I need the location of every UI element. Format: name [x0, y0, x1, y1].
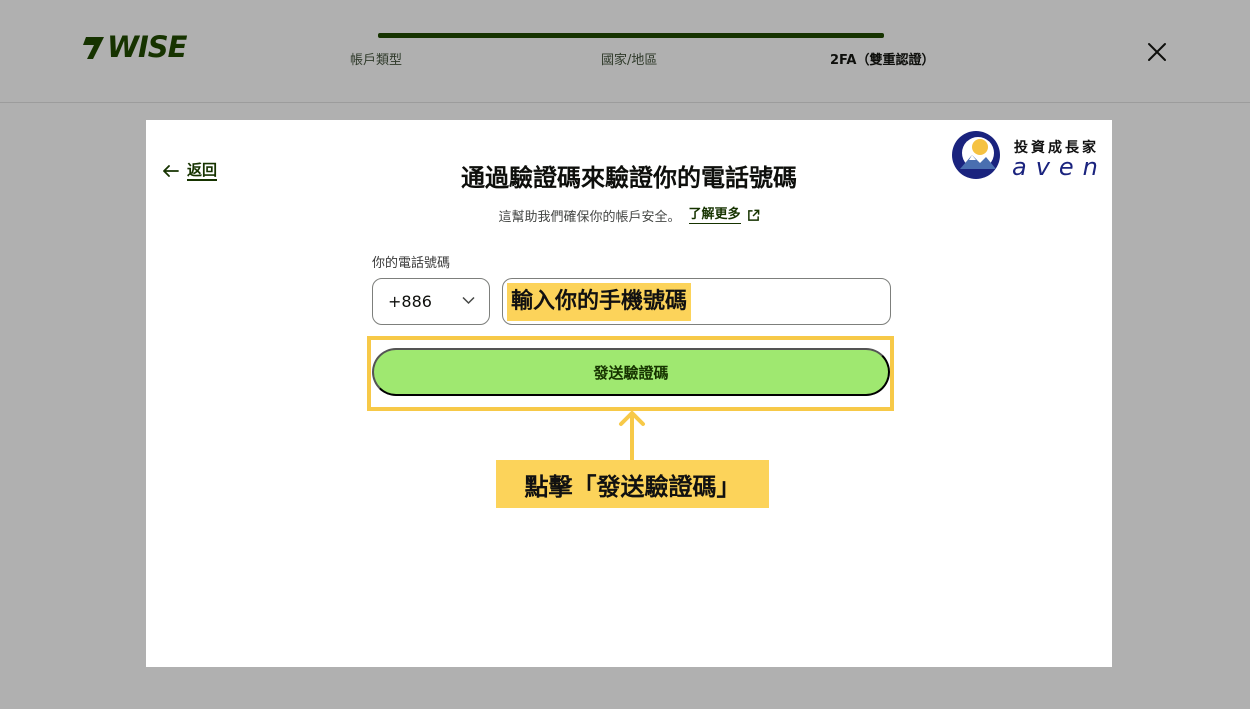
- step-country-region: 國家/地區: [601, 53, 658, 68]
- country-code-select[interactable]: +886: [372, 278, 490, 325]
- phone-input-annotation: 輸入你的手機號碼: [507, 283, 692, 321]
- wise-wordmark: WISE: [107, 29, 187, 64]
- annotation-callout: 點擊「發送驗證碼」: [496, 460, 769, 508]
- learn-more-link[interactable]: 了解更多: [688, 207, 741, 224]
- send-code-button[interactable]: 發送驗證碼: [372, 348, 890, 396]
- wise-logo[interactable]: WISE: [80, 29, 187, 64]
- wise-flag-icon: [83, 37, 104, 59]
- external-link-icon[interactable]: [747, 209, 760, 222]
- step-2fa: 2FA（雙重認證）: [830, 53, 935, 68]
- subtitle-text: 這幫助我們確保你的帳戶安全。: [498, 210, 681, 225]
- verification-card: 返回 投資成長家 aven 通過驗證碼來驗證你的電話號碼 這幫助我們確保你的帳戶…: [146, 120, 1112, 667]
- page-title: 通過驗證碼來驗證你的電話號碼: [461, 164, 797, 192]
- step-account-type: 帳戶類型: [350, 53, 403, 68]
- phone-field-label: 你的電話號碼: [372, 256, 451, 271]
- phone-number-input[interactable]: 輸入你的手機號碼: [502, 278, 891, 325]
- chevron-down-icon: [462, 296, 475, 305]
- country-code-value: +886: [388, 292, 432, 311]
- arrow-up-icon: [619, 411, 645, 464]
- top-navigation-bar: WISE 帳戶類型 國家/地區 2FA（雙重認證）: [0, 0, 1250, 103]
- page-subtitle: 這幫助我們確保你的帳戶安全。 了解更多: [146, 206, 1112, 225]
- progress-bar: [378, 33, 884, 38]
- close-icon[interactable]: [1145, 40, 1169, 64]
